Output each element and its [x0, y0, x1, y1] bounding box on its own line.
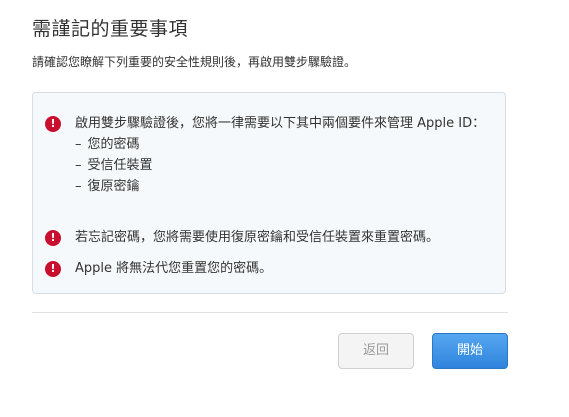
exclamation-icon: ! [45, 116, 61, 132]
notice-text: 啟用雙步驟驗證後，您將一律需要以下其中兩個要件來管理 Apple ID： [75, 116, 486, 131]
required-items-list: – 您的密碼 – 受信任裝置 – 復原密鑰 [75, 134, 491, 197]
divider [32, 312, 508, 313]
back-button[interactable]: 返回 [338, 333, 414, 369]
page-subtitle: 請確認您瞭解下列重要的安全性規則後，再啟用雙步驟驗證。 [32, 55, 357, 69]
page-title: 需謹記的重要事項 [32, 18, 189, 40]
exclamation-icon: ! [45, 230, 61, 246]
list-item: – 復原密鑰 [75, 179, 140, 194]
list-item: – 受信任裝置 [75, 158, 153, 173]
start-button[interactable]: 開始 [432, 333, 508, 369]
exclamation-icon: ! [45, 261, 61, 277]
notice-text: Apple 將無法代您重置您的密碼。 [75, 261, 273, 276]
notice-text: 若忘記密碼，您將需要使用復原密鑰和受信任裝置來重置密碼。 [75, 230, 440, 245]
list-item: – 您的密碼 [75, 137, 140, 152]
important-notices-box: ! 啟用雙步驟驗證後，您將一律需要以下其中兩個要件來管理 Apple ID： –… [32, 92, 506, 294]
